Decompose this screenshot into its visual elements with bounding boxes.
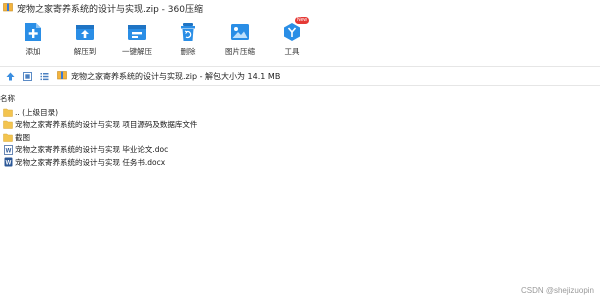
folder-icon	[3, 132, 13, 142]
list-item-parent-dir[interactable]: .. (上级目录)	[0, 106, 600, 119]
word-docx-icon: W	[3, 157, 13, 167]
zip-archive-icon	[3, 2, 13, 15]
word-doc-icon: W	[3, 144, 13, 155]
list-item-name: 宠物之家寄养系统的设计与实现 任务书.docx	[15, 157, 166, 167]
extract-to-button[interactable]: 解压到	[61, 21, 109, 57]
list-item-name: .. (上级目录)	[15, 107, 59, 117]
extract-to-label: 解压到	[73, 47, 97, 56]
address-bar[interactable]: 宠物之家寄养系统的设计与实现.zip - 解包大小为 14.1 MB	[57, 69, 600, 83]
folder-icon	[3, 107, 13, 117]
app-window: 宠物之家寄养系统的设计与实现.zip - 360压缩 添加 解压到 一键解压 删…	[0, 0, 600, 299]
add-icon	[22, 21, 44, 43]
watermark: CSDN @shejizuopin	[520, 286, 594, 295]
add-button[interactable]: 添加	[9, 21, 57, 57]
one-click-extract-icon	[126, 21, 148, 43]
delete-button[interactable]: 删除	[164, 21, 212, 57]
image-compress-label: 图片压缩	[225, 47, 255, 56]
list-item-name: 截图	[15, 132, 30, 142]
file-list: .. (上级目录) 宠物之家寄养系统的设计与实现 项目源码及数据库文件 截图 W…	[0, 106, 600, 169]
title-bar: 宠物之家寄养系统的设计与实现.zip - 360压缩	[0, 0, 600, 17]
svg-text:W: W	[5, 161, 11, 167]
address-row: 宠物之家寄养系统的设计与实现.zip - 解包大小为 14.1 MB	[0, 66, 600, 86]
address-path: 宠物之家寄养系统的设计与实现.zip - 解包大小为 14.1 MB	[71, 71, 281, 81]
thumbnail-view-icon[interactable]	[20, 69, 34, 83]
list-view-icon[interactable]	[37, 69, 51, 83]
delete-label: 删除	[180, 47, 196, 56]
new-badge: New	[295, 17, 310, 24]
list-item[interactable]: 宠物之家寄养系统的设计与实现 项目源码及数据库文件	[0, 119, 600, 132]
window-title: 宠物之家寄养系统的设计与实现.zip - 360压缩	[17, 5, 203, 15]
column-header-name[interactable]: 名称	[0, 93, 15, 104]
list-item[interactable]: 截图	[0, 131, 600, 144]
zip-archive-icon	[57, 70, 67, 82]
tools-icon: New	[281, 17, 310, 43]
svg-text:W: W	[5, 148, 11, 154]
list-item[interactable]: W 宠物之家寄养系统的设计与实现 毕业论文.doc	[0, 144, 600, 157]
image-compress-button[interactable]: 图片压缩	[216, 21, 264, 57]
image-compress-icon	[229, 21, 251, 43]
one-click-extract-button[interactable]: 一键解压	[113, 21, 161, 57]
folder-icon	[3, 120, 13, 130]
add-label: 添加	[25, 47, 41, 56]
list-item[interactable]: W 宠物之家寄养系统的设计与实现 任务书.docx	[0, 156, 600, 169]
tools-label: 工具	[284, 47, 300, 56]
one-click-extract-label: 一键解压	[122, 47, 152, 56]
extract-to-icon	[74, 21, 96, 43]
toolbar: 添加 解压到 一键解压 删除 图片压缩 New 工具	[0, 17, 600, 64]
up-arrow-icon[interactable]	[3, 69, 17, 83]
delete-icon	[177, 21, 199, 43]
list-item-name: 宠物之家寄养系统的设计与实现 项目源码及数据库文件	[15, 120, 198, 130]
tools-button[interactable]: New 工具	[268, 17, 316, 57]
list-item-name: 宠物之家寄养系统的设计与实现 毕业论文.doc	[15, 145, 169, 155]
